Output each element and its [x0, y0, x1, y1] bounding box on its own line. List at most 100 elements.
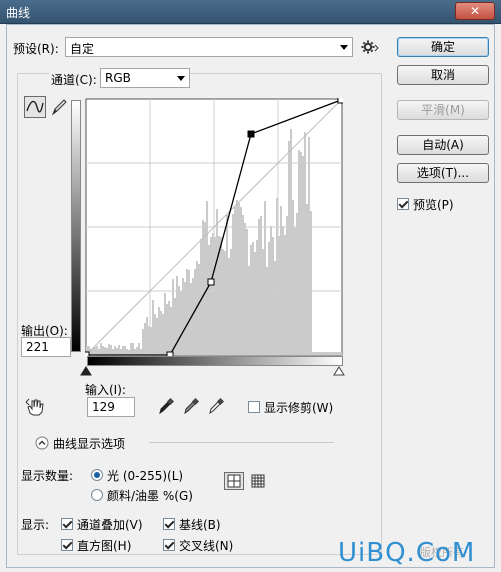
pigment-radio[interactable] [91, 489, 103, 501]
histogram-bar [330, 352, 332, 355]
channel-overlays-label: 通道叠加(V) [77, 518, 143, 532]
curve-display-options-toggle[interactable]: 曲线显示选项 [35, 435, 129, 452]
curve-control-point[interactable] [207, 278, 215, 286]
histogram-bar [186, 269, 188, 355]
histogram-bar [336, 352, 338, 355]
histogram-bar [264, 201, 266, 355]
preset-select[interactable]: 自定 [65, 37, 353, 57]
histogram-bar [224, 251, 226, 355]
grid-4-icon [227, 474, 241, 488]
simple-grid-button[interactable] [224, 472, 244, 490]
histogram-bar [268, 242, 270, 355]
channel-overlays-checkbox[interactable] [61, 518, 73, 530]
histogram-bar [140, 349, 142, 355]
white-eyedropper-icon[interactable] [207, 397, 225, 415]
histogram-bar [286, 216, 288, 355]
baseline-label: 基线(B) [179, 518, 221, 532]
curve-tool-icon [26, 100, 44, 113]
watermark-logo: UiBQ.CoM [338, 538, 476, 568]
input-field[interactable]: 129 [87, 397, 135, 417]
channel-select[interactable]: RGB [100, 68, 190, 88]
histogram-bar [280, 206, 282, 355]
histogram-bar [172, 279, 174, 355]
histogram-bar [106, 348, 108, 355]
output-field[interactable]: 221 [21, 337, 71, 357]
baseline-checkbox[interactable] [163, 518, 175, 530]
histogram-bar [98, 349, 100, 355]
black-eyedropper-icon[interactable] [157, 397, 175, 415]
histogram-bar [262, 249, 264, 355]
black-point-slider[interactable] [80, 366, 92, 376]
intersection-line-option[interactable]: 交叉线(N) [163, 537, 237, 554]
dialog-client: 预设(R): 自定 确定 取消 平滑(M) 自动(A) 选项(T)... 预览(… [6, 24, 495, 568]
channel-label: 通道(C): [49, 71, 99, 88]
detailed-grid-icon[interactable] [250, 473, 266, 489]
histogram-bar [238, 203, 240, 355]
preset-label: 预设(R): [13, 42, 59, 56]
show-clipping-option[interactable]: 显示修剪(W) [248, 399, 337, 416]
pigment-option[interactable]: 颜料/油墨 %(G) [91, 487, 197, 504]
histogram-bar [210, 237, 212, 355]
histogram-bar [220, 237, 222, 355]
ok-button[interactable]: 确定 [397, 37, 489, 57]
preview-label: 预览(P) [413, 198, 454, 212]
curve-point-tool[interactable] [24, 96, 46, 118]
histogram-bar [130, 343, 132, 355]
light-option[interactable]: 光 (0-255)(L) [91, 467, 187, 484]
pencil-icon[interactable] [49, 97, 69, 117]
histogram-bar [152, 300, 154, 355]
channel-overlays-option[interactable]: 通道叠加(V) [61, 516, 147, 533]
chevron-down-icon [340, 45, 348, 50]
histogram-bar [248, 266, 250, 355]
histogram-bar [314, 352, 316, 355]
gear-icon[interactable] [361, 39, 379, 55]
light-radio[interactable] [91, 469, 103, 481]
window-title: 曲线 [6, 6, 31, 20]
close-button[interactable]: ✕ [455, 2, 495, 20]
show-clipping-checkbox[interactable] [248, 401, 260, 413]
curve-control-point[interactable] [247, 130, 255, 138]
smooth-button[interactable]: 平滑(M) [397, 100, 489, 120]
targeted-adjustment-icon[interactable] [25, 397, 47, 417]
show-amount-label: 显示数量: [21, 469, 74, 483]
histogram-bar [296, 213, 298, 355]
histogram-bar [324, 352, 326, 355]
preview-option[interactable]: 预览(P) [397, 196, 458, 213]
histogram-option[interactable]: 直方图(H) [61, 537, 135, 554]
baseline-option[interactable]: 基线(B) [163, 516, 225, 533]
options-button[interactable]: 选项(T)... [397, 163, 489, 183]
cancel-button[interactable]: 取消 [397, 65, 489, 85]
histogram-bar [146, 317, 148, 355]
curve-graph[interactable] [85, 98, 343, 356]
histogram-bar [110, 345, 112, 355]
gray-eyedropper-icon[interactable] [182, 397, 200, 415]
histogram-bar [200, 239, 202, 355]
divider [149, 442, 334, 443]
histogram-bar [236, 200, 238, 355]
histogram-bar [244, 223, 246, 355]
white-point-slider[interactable] [333, 366, 345, 376]
histogram-bar [188, 270, 190, 355]
histogram-bar [258, 219, 260, 355]
histogram-bar [288, 141, 290, 355]
preview-checkbox[interactable] [397, 198, 409, 210]
histogram-bar [242, 215, 244, 355]
histogram-bar [104, 347, 106, 355]
auto-button[interactable]: 自动(A) [397, 135, 489, 155]
histogram-bar [198, 264, 200, 355]
histogram-checkbox[interactable] [61, 539, 73, 551]
intersection-line-label: 交叉线(N) [179, 539, 234, 553]
light-label: 光 (0-255)(L) [107, 469, 184, 483]
histogram-bar [114, 346, 116, 355]
histogram-bar [338, 352, 340, 355]
intersection-line-checkbox[interactable] [163, 539, 175, 551]
curve-control-point[interactable] [337, 98, 343, 104]
histogram-bar [178, 286, 180, 355]
show-label: 显示: [21, 518, 50, 532]
histogram-bar [102, 346, 104, 355]
histogram-bar [216, 209, 218, 355]
histogram-bar [266, 267, 268, 355]
histogram-bar [332, 352, 334, 355]
histogram-bar [326, 352, 328, 355]
histogram-bar [132, 343, 134, 355]
